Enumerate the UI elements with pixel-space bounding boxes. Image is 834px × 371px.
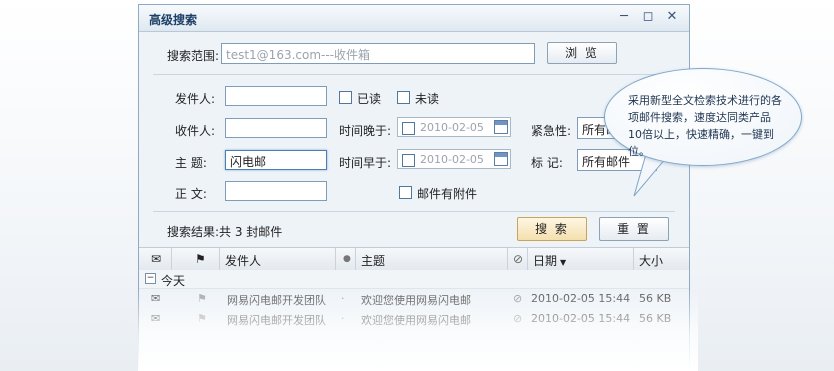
sender-label: 发件人: bbox=[175, 92, 216, 106]
tooltip-text: 采用新型全文检索技术进行的各项邮件搜索，速度达同类产品10倍以上，快速精确，一键… bbox=[628, 94, 782, 158]
sender-input[interactable] bbox=[225, 86, 327, 106]
results-table-header: ✉ ⚑ 发件人 ● 主题 ⊘ 日期 ▼ 大小 bbox=[139, 247, 689, 271]
browse-button[interactable]: 浏 览 bbox=[547, 42, 617, 64]
calendar-icon[interactable] bbox=[494, 152, 508, 166]
recipient-label: 收件人: bbox=[175, 124, 216, 138]
collapse-icon[interactable]: − bbox=[145, 273, 156, 284]
time-before-label: 时间早于: bbox=[339, 156, 392, 170]
date-after-value: 2010-02-05 bbox=[420, 121, 484, 134]
flag-icon: ⚑ bbox=[197, 292, 207, 305]
date-after-checkbox[interactable] bbox=[402, 122, 415, 135]
results-summary: 搜索结果:共 3 封邮件 bbox=[167, 225, 283, 239]
column-subject[interactable]: 主题 bbox=[361, 252, 385, 269]
subject-label: 主 题: bbox=[175, 156, 207, 170]
row-size: 56 KB bbox=[639, 312, 672, 325]
column-size[interactable]: 大小 bbox=[639, 252, 663, 269]
urgency-label: 紧急性: bbox=[531, 124, 572, 138]
date-before-checkbox[interactable] bbox=[402, 154, 415, 167]
group-label: 今天 bbox=[161, 274, 186, 288]
dialog-title: 高级搜索 bbox=[149, 13, 198, 27]
table-row[interactable]: ✉ ⚑ 网易闪电邮开发团队 · 欢迎您使用网易闪电邮 ⊘ 2010-02-05 … bbox=[139, 309, 689, 329]
read-label: 已读 bbox=[357, 92, 382, 106]
search-button[interactable]: 搜 索 bbox=[517, 217, 587, 241]
read-status-icon: · bbox=[341, 312, 345, 325]
table-row[interactable]: ✉ ⚑ 网易闪电邮开发团队 · 欢迎您使用网易闪电邮 ⊘ 2010-02-05 … bbox=[139, 289, 689, 309]
row-date: 2010-02-05 15:44 bbox=[531, 312, 631, 325]
flag-icon: ⚑ bbox=[197, 312, 207, 325]
group-header[interactable]: − 今天 bbox=[139, 270, 689, 289]
mail-icon[interactable]: ✉ bbox=[151, 252, 161, 266]
date-before-field[interactable]: 2010-02-05 bbox=[397, 149, 511, 169]
row-subject: 欢迎您使用网易闪电邮 bbox=[361, 314, 471, 327]
date-before-value: 2010-02-05 bbox=[420, 153, 484, 166]
time-after-label: 时间晚于: bbox=[339, 124, 392, 138]
scope-input[interactable]: test1@163.com---收件箱 bbox=[221, 43, 535, 64]
recipient-input[interactable] bbox=[225, 118, 327, 138]
divider bbox=[153, 211, 675, 212]
divider bbox=[153, 74, 675, 75]
unread-label: 未读 bbox=[415, 92, 440, 106]
advanced-search-dialog: 高级搜索 ─ ◻ ✕ 搜索范围: test1@163.com---收件箱 浏 览… bbox=[138, 4, 690, 370]
flag-icon[interactable]: ⚑ bbox=[195, 252, 206, 266]
calendar-icon[interactable] bbox=[494, 120, 508, 134]
sort-down-icon: ▼ bbox=[560, 258, 567, 267]
row-size: 56 KB bbox=[639, 292, 672, 305]
mail-icon: ✉ bbox=[151, 292, 161, 305]
column-date-label: 日期 bbox=[533, 254, 558, 268]
column-sender[interactable]: 发件人 bbox=[225, 252, 261, 269]
row-subject: 欢迎您使用网易闪电邮 bbox=[361, 294, 471, 307]
mark-label: 标 记: bbox=[531, 156, 563, 170]
attachment-icon: ⊘ bbox=[513, 292, 523, 305]
column-date[interactable]: 日期 ▼ bbox=[533, 252, 566, 269]
unread-checkbox[interactable] bbox=[397, 91, 410, 104]
close-icon[interactable]: ✕ bbox=[663, 8, 681, 26]
attachment-icon: ⊘ bbox=[513, 312, 523, 325]
title-bar: 高级搜索 ─ ◻ ✕ bbox=[139, 5, 689, 32]
attachment-label: 邮件有附件 bbox=[417, 187, 478, 201]
row-date: 2010-02-05 15:44 bbox=[531, 292, 631, 305]
scope-label: 搜索范围: bbox=[167, 49, 220, 63]
read-checkbox[interactable] bbox=[339, 91, 352, 104]
maximize-icon[interactable]: ◻ bbox=[639, 8, 657, 26]
body-label: 正 文: bbox=[175, 187, 207, 201]
read-status-icon[interactable]: ● bbox=[343, 254, 351, 264]
attachment-icon[interactable]: ⊘ bbox=[513, 252, 523, 266]
mail-icon: ✉ bbox=[151, 312, 161, 325]
attachment-checkbox[interactable] bbox=[399, 186, 412, 199]
date-after-field[interactable]: 2010-02-05 bbox=[397, 117, 511, 137]
read-status-icon: · bbox=[341, 292, 345, 305]
subject-input[interactable]: 闪电邮 bbox=[225, 150, 327, 170]
body-input[interactable] bbox=[225, 181, 327, 201]
minimize-icon[interactable]: ─ bbox=[615, 8, 633, 26]
row-sender: 网易闪电邮开发团队 bbox=[227, 294, 326, 307]
reset-button[interactable]: 重 置 bbox=[599, 217, 669, 241]
row-sender: 网易闪电邮开发团队 bbox=[227, 314, 326, 327]
